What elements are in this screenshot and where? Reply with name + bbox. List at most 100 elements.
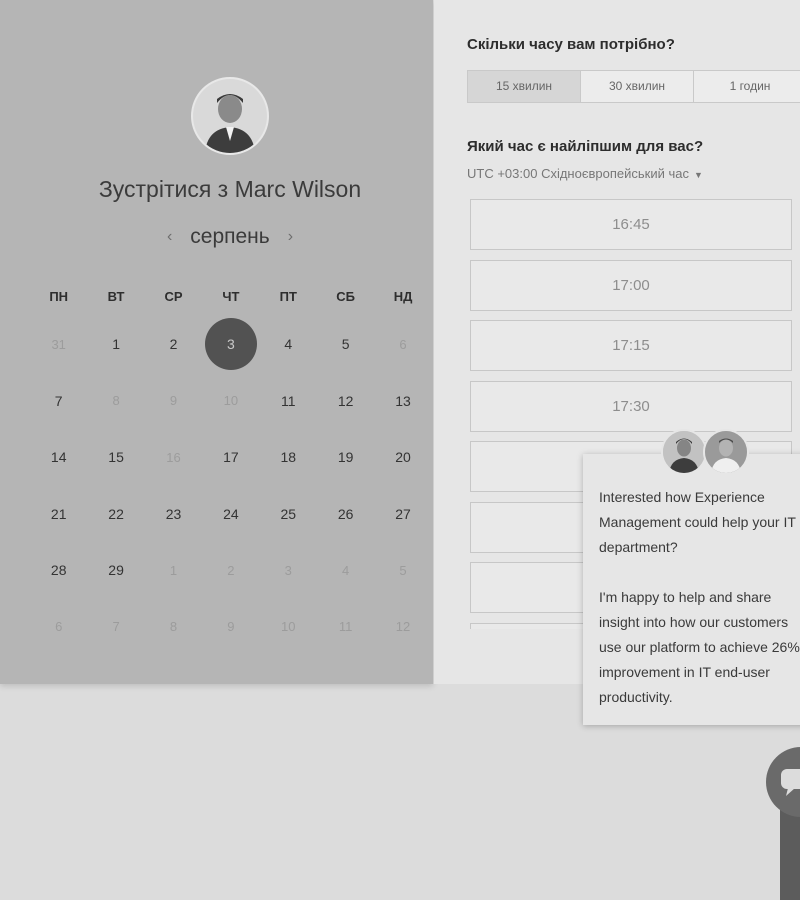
calendar-day[interactable]: 1 — [87, 336, 144, 352]
calendar-day[interactable]: 24 — [202, 506, 259, 522]
day-number: 19 — [337, 449, 354, 466]
calendar-day[interactable]: 19 — [317, 449, 374, 465]
day-number: 5 — [399, 562, 407, 578]
month-navigator: ‹ серпень › — [0, 225, 460, 249]
calendar-day: 7 — [87, 619, 144, 634]
chat-launcher-button[interactable] — [766, 747, 800, 817]
calendar-day[interactable]: 18 — [260, 449, 317, 465]
duration-option[interactable]: 15 хвилин — [468, 71, 581, 102]
day-number: 7 — [112, 619, 120, 635]
calendar-day: 12 — [374, 619, 431, 634]
day-number: 1 — [112, 336, 120, 353]
chat-message-body: I'm happy to help and share insight into… — [599, 589, 800, 705]
calendar-grid: ПН ВТ СР ЧТ ПТ СБ НД 31 1 2 3 4 5 6 7 8 9 10 11 12 13 14 15 16… — [30, 276, 432, 655]
weekday-label: ЧТ — [222, 288, 240, 304]
calendar-day: 5 — [374, 563, 431, 578]
chat-popup[interactable]: Interested how Experience Management cou… — [583, 454, 800, 725]
calendar-day[interactable]: 7 — [30, 393, 87, 409]
calendar-day: 10 — [260, 619, 317, 634]
time-slot-button[interactable]: 17:00 — [470, 259, 792, 311]
calendar-week: 31 1 2 3 4 5 6 — [30, 316, 432, 373]
day-number: 12 — [337, 392, 354, 409]
calendar-day[interactable]: 27 — [374, 506, 431, 522]
day-number: 14 — [50, 449, 67, 466]
day-number: 2 — [227, 562, 235, 578]
calendar-day[interactable]: 12 — [317, 393, 374, 409]
weekday-label: ВТ — [107, 288, 125, 304]
calendar-day: 8 — [145, 619, 202, 634]
calendar-day[interactable]: 17 — [202, 449, 259, 465]
day-number: 5 — [341, 336, 350, 353]
calendar-day: 6 — [30, 619, 87, 634]
day-number: 20 — [395, 449, 411, 466]
calendar-panel: Зустрітися з Marc Wilson ‹ серпень › ПН В… — [0, 0, 433, 684]
day-number: 11 — [338, 619, 353, 635]
day-number: 28 — [50, 562, 67, 579]
day-number: 22 — [108, 505, 124, 522]
calendar-day: 6 — [374, 337, 431, 352]
calendar-day[interactable]: 23 — [145, 506, 202, 522]
timezone-label: UTC +03:00 Східноєвропейський час — [467, 166, 689, 181]
calendar-day[interactable]: 5 — [317, 336, 374, 352]
weekday-header: ПН ВТ СР ЧТ ПТ СБ НД — [30, 276, 432, 316]
day-number: 8 — [169, 619, 178, 635]
calendar-day[interactable]: 14 — [30, 449, 87, 465]
calendar-day[interactable]: 11 — [260, 393, 317, 409]
meeting-title: Зустрітися з Marc Wilson — [98, 176, 362, 202]
calendar-day[interactable]: 21 — [30, 506, 87, 522]
day-number: 29 — [108, 562, 124, 579]
weekday-label: ПН — [49, 288, 69, 304]
day-number: 23 — [165, 505, 182, 522]
day-number: 13 — [395, 392, 411, 409]
day-number: 6 — [55, 619, 63, 635]
selected-day[interactable]: 3 — [202, 318, 259, 371]
agent-avatar-2 — [703, 429, 749, 475]
time-slot-button[interactable]: 17:30 — [470, 380, 792, 432]
chevron-left-icon[interactable]: ‹ — [167, 228, 172, 246]
calendar-day[interactable]: 25 — [260, 506, 317, 522]
day-number: 3 — [204, 318, 257, 371]
day-number: 9 — [169, 393, 178, 409]
calendar-day: 8 — [87, 393, 144, 408]
weekday-label: ПТ — [279, 288, 297, 304]
duration-option[interactable]: 1 годин — [694, 71, 800, 102]
weekday-label: НД — [393, 288, 413, 304]
duration-option[interactable]: 30 хвилин — [581, 71, 694, 102]
chevron-right-icon[interactable]: › — [288, 228, 293, 246]
calendar-day: 10 — [202, 393, 259, 408]
timezone-dropdown[interactable]: UTC +03:00 Східноєвропейський час ▼ — [467, 166, 703, 181]
day-number: 27 — [395, 505, 411, 522]
calendar-week: 21 22 23 24 25 26 27 — [30, 486, 432, 543]
calendar-day[interactable]: 20 — [374, 449, 431, 465]
day-number: 26 — [337, 505, 354, 522]
calendar-day[interactable]: 2 — [145, 336, 202, 352]
day-number: 10 — [281, 619, 296, 635]
day-number: 15 — [108, 449, 124, 466]
calendar-day: 16 — [145, 450, 202, 465]
duration-question: Скільки часу вам потрібно? — [467, 36, 675, 53]
calendar-day: 9 — [202, 619, 259, 634]
calendar-week: 14 15 16 17 18 19 20 — [30, 429, 432, 486]
day-number: 12 — [395, 619, 411, 635]
day-number: 4 — [342, 562, 350, 578]
calendar-day[interactable]: 13 — [374, 393, 431, 409]
calendar-day[interactable]: 4 — [260, 336, 317, 352]
day-number: 18 — [280, 449, 297, 466]
calendar-day[interactable]: 22 — [87, 506, 144, 522]
day-number: 21 — [50, 505, 67, 522]
day-number: 16 — [166, 449, 181, 465]
time-slot-button[interactable]: 17:15 — [470, 320, 792, 371]
calendar-day[interactable]: 28 — [30, 562, 87, 578]
calendar-day: 2 — [202, 563, 259, 578]
caret-down-icon: ▼ — [693, 169, 703, 180]
day-number: 7 — [54, 392, 63, 409]
day-number: 9 — [227, 619, 235, 635]
calendar-day[interactable]: 29 — [87, 562, 144, 578]
day-number: 4 — [284, 336, 293, 353]
calendar-day: 3 — [260, 563, 317, 578]
calendar-day[interactable]: 15 — [87, 449, 144, 465]
day-number: 25 — [280, 505, 297, 522]
calendar-day[interactable]: 26 — [317, 506, 374, 522]
time-slot-button[interactable]: 16:45 — [470, 199, 792, 250]
calendar-day: 1 — [145, 563, 202, 578]
